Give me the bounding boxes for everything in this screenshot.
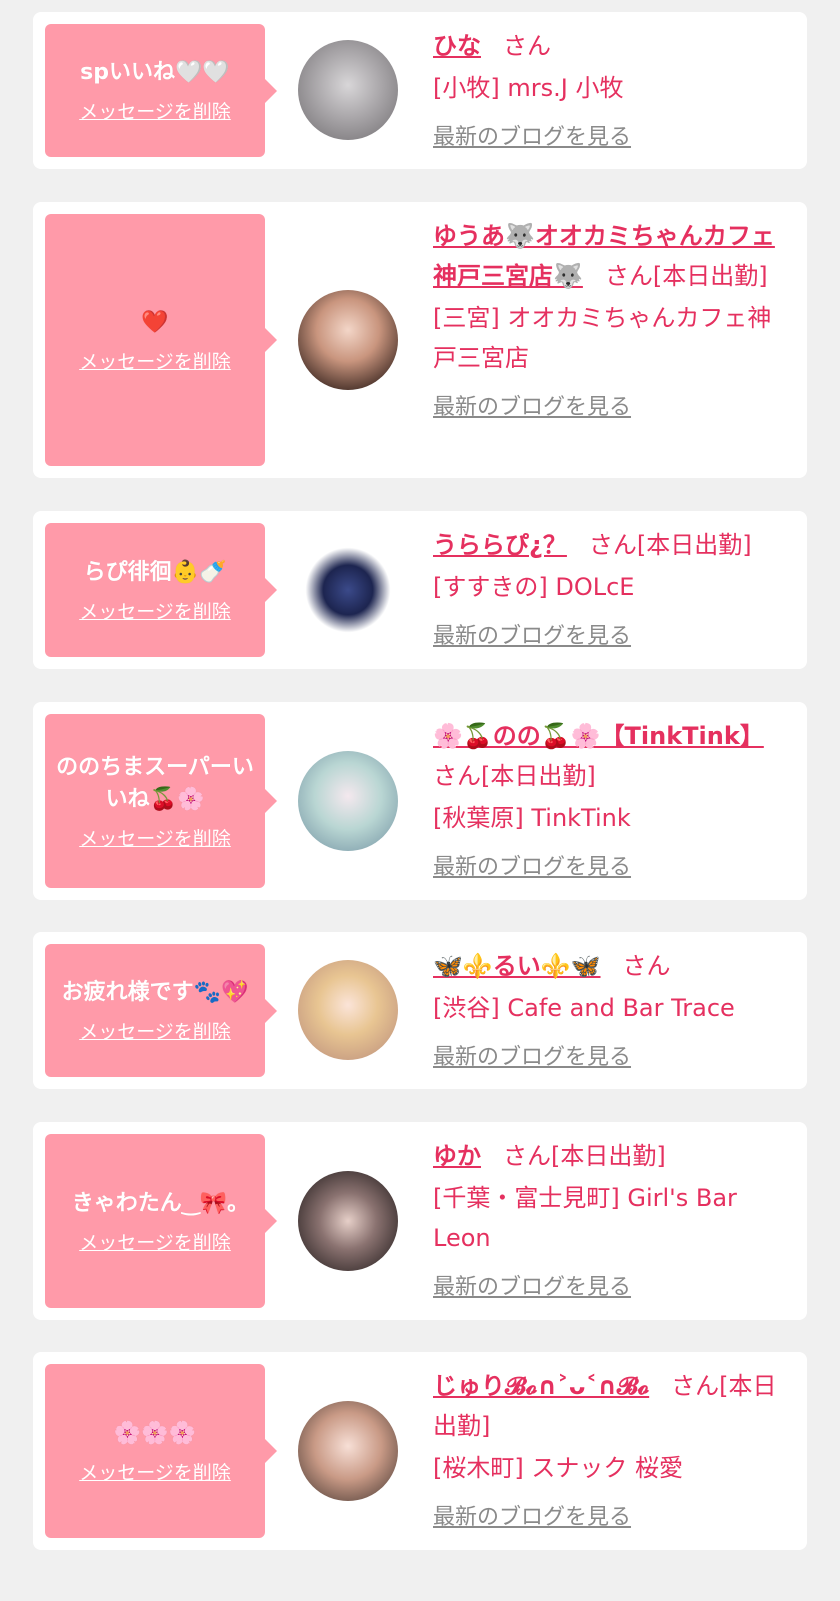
message-text: ❤️	[141, 309, 169, 335]
message-bubble: spいいね🤍🤍 メッセージを削除	[45, 24, 277, 157]
delete-message-link[interactable]: メッセージを削除	[79, 97, 231, 124]
shop-text: [桜木町] スナック 桜愛	[433, 1454, 683, 1482]
cast-name-link[interactable]: ひな	[433, 32, 481, 60]
message-bubble: ❤️ メッセージを削除	[45, 214, 277, 466]
avatar[interactable]	[298, 40, 398, 140]
cast-info: ひな さん [小牧] mrs.J 小牧 最新のブログを見る	[433, 26, 793, 158]
delete-message-link[interactable]: メッセージを削除	[79, 1228, 231, 1255]
delete-message-link[interactable]: メッセージを削除	[79, 1017, 231, 1044]
avatar[interactable]	[298, 1171, 398, 1271]
message-bubble: お疲れ様です🐾💖 メッセージを削除	[45, 944, 277, 1077]
message-card: きゃわたん‿🎀｡ メッセージを削除 ゆか さん[本日出勤] [千葉・富士見町] G…	[33, 1122, 807, 1320]
message-card: ののちまスーパーいいね🍒🌸 メッセージを削除 🌸🍒のの🍒🌸【TinkTink】 …	[33, 702, 807, 900]
avatar[interactable]	[298, 960, 398, 1060]
cast-info: ゆうあ🐺オオカミちゃんカフェ神戸三宮店🐺 さん[本日出勤] [三宮] オオカミちゃ…	[433, 216, 793, 428]
name-line: 🦋⚜️るい⚜️🦋 さん	[433, 946, 793, 986]
latest-blog-link[interactable]: 最新のブログを見る	[433, 848, 631, 888]
message-text: ののちまスーパーいいね🍒🌸	[56, 754, 254, 812]
message-bubble: ののちまスーパーいいね🍒🌸 メッセージを削除	[45, 714, 277, 888]
message-list: spいいね🤍🤍 メッセージを削除 ひな さん [小牧] mrs.J 小牧 最新のブ…	[0, 0, 840, 1601]
message-bubble: きゃわたん‿🎀｡ メッセージを削除	[45, 1134, 277, 1308]
honorific: さん[本日出勤]	[433, 762, 596, 790]
shop-text: [千葉・富士見町] Girl's Bar Leon	[433, 1184, 737, 1252]
shop-text: [すすきの] DOLcE	[433, 573, 635, 601]
shop-text: [渋谷] Cafe and Bar Trace	[433, 994, 735, 1022]
message-card: らぴ徘徊👶🍼 メッセージを削除 うららぴ¿？ さん[本日出勤] [すすきの] DO…	[33, 511, 807, 669]
message-card: spいいね🤍🤍 メッセージを削除 ひな さん [小牧] mrs.J 小牧 最新のブ…	[33, 12, 807, 169]
message-text: 🌸🌸🌸	[113, 1420, 197, 1446]
cast-info: 🌸🍒のの🍒🌸【TinkTink】 さん[本日出勤] [秋葉原] TinkTink…	[433, 716, 793, 888]
cast-info: じゅり𝓑𝓸∩˃ᴗ˂∩𝓑𝓸 さん[本日出勤] [桜木町] スナック 桜愛 最新のブロ…	[433, 1366, 793, 1538]
delete-message-link[interactable]: メッセージを削除	[79, 824, 231, 851]
name-line: 🌸🍒のの🍒🌸【TinkTink】 さん[本日出勤]	[433, 716, 793, 796]
message-card: 🌸🌸🌸 メッセージを削除 じゅり𝓑𝓸∩˃ᴗ˂∩𝓑𝓸 さん[本日出勤] [桜木町] …	[33, 1352, 807, 1550]
latest-blog-link[interactable]: 最新のブログを見る	[433, 118, 631, 158]
avatar[interactable]	[298, 751, 398, 851]
message-bubble: 🌸🌸🌸 メッセージを削除	[45, 1364, 277, 1538]
cast-info: うららぴ¿？ さん[本日出勤] [すすきの] DOLcE 最新のブログを見る	[433, 525, 793, 657]
honorific: さん[本日出勤]	[588, 531, 752, 559]
avatar[interactable]	[298, 1401, 398, 1501]
delete-message-link[interactable]: メッセージを削除	[79, 1458, 231, 1485]
honorific: さん	[503, 32, 551, 60]
message-bubble: らぴ徘徊👶🍼 メッセージを削除	[45, 523, 277, 657]
cast-name-link[interactable]: 🦋⚜️るい⚜️🦋	[433, 952, 601, 980]
latest-blog-link[interactable]: 最新のブログを見る	[433, 1038, 631, 1078]
avatar[interactable]	[298, 540, 398, 640]
honorific: さん[本日出勤]	[604, 262, 768, 290]
latest-blog-link[interactable]: 最新のブログを見る	[433, 388, 631, 428]
name-line: じゅり𝓑𝓸∩˃ᴗ˂∩𝓑𝓸 さん[本日出勤]	[433, 1366, 793, 1446]
cast-name-link[interactable]: ゆか	[433, 1142, 481, 1170]
name-line: うららぴ¿？ さん[本日出勤]	[433, 525, 793, 565]
latest-blog-link[interactable]: 最新のブログを見る	[433, 617, 631, 657]
latest-blog-link[interactable]: 最新のブログを見る	[433, 1498, 631, 1538]
shop-text: [小牧] mrs.J 小牧	[433, 74, 624, 102]
message-card: お疲れ様です🐾💖 メッセージを削除 🦋⚜️るい⚜️🦋 さん [渋谷] Cafe a…	[33, 932, 807, 1089]
cast-name-link[interactable]: 🌸🍒のの🍒🌸【TinkTink】	[433, 722, 764, 750]
cast-info: ゆか さん[本日出勤] [千葉・富士見町] Girl's Bar Leon 最新の…	[433, 1136, 793, 1308]
delete-message-link[interactable]: メッセージを削除	[79, 347, 231, 374]
message-card: ❤️ メッセージを削除 ゆうあ🐺オオカミちゃんカフェ神戸三宮店🐺 さん[本日出勤]…	[33, 202, 807, 478]
honorific: さん[本日出勤]	[503, 1142, 666, 1170]
message-text: らぴ徘徊👶🍼	[83, 559, 227, 585]
name-line: ひな さん	[433, 26, 793, 66]
latest-blog-link[interactable]: 最新のブログを見る	[433, 1268, 631, 1308]
delete-message-link[interactable]: メッセージを削除	[79, 597, 231, 624]
message-text: spいいね🤍🤍	[80, 60, 230, 85]
avatar[interactable]	[298, 290, 398, 390]
honorific: さん	[622, 952, 671, 980]
message-text: きゃわたん‿🎀｡	[71, 1190, 239, 1216]
name-line: ゆか さん[本日出勤]	[433, 1136, 793, 1176]
message-text: お疲れ様です🐾💖	[61, 980, 249, 1005]
shop-text: [三宮] オオカミちゃんカフェ神戸三宮店	[433, 304, 772, 372]
cast-name-link[interactable]: うららぴ¿？	[433, 531, 567, 559]
shop-text: [秋葉原] TinkTink	[433, 804, 631, 832]
name-line: ゆうあ🐺オオカミちゃんカフェ神戸三宮店🐺 さん[本日出勤]	[433, 216, 793, 296]
cast-name-link[interactable]: じゅり𝓑𝓸∩˃ᴗ˂∩𝓑𝓸	[433, 1372, 649, 1400]
cast-info: 🦋⚜️るい⚜️🦋 さん [渋谷] Cafe and Bar Trace 最新のブロ…	[433, 946, 793, 1078]
